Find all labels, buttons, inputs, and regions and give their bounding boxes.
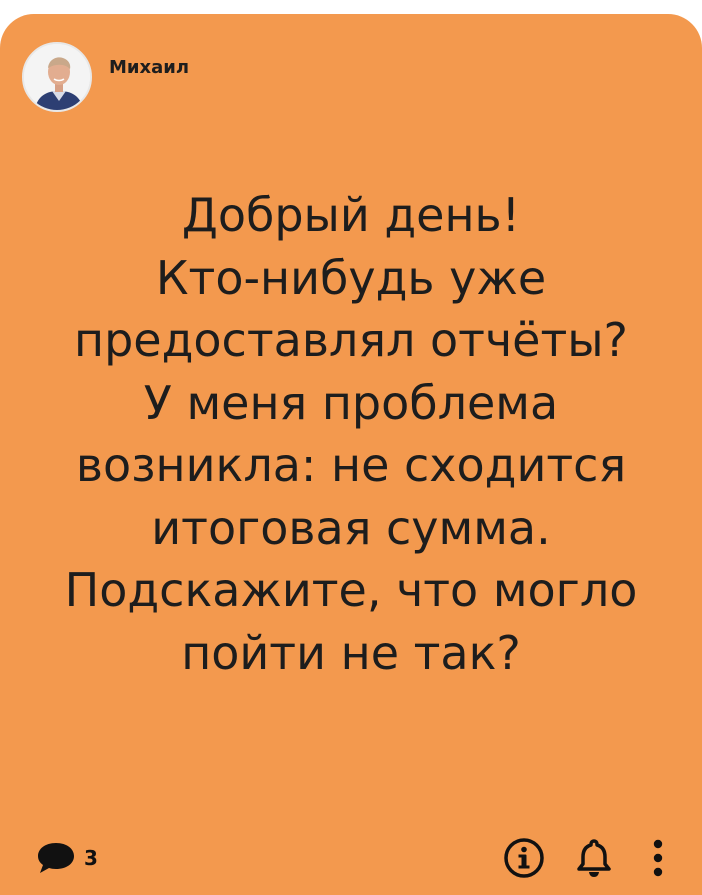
more-vertical-icon[interactable]	[648, 836, 668, 880]
post-actions	[502, 836, 668, 880]
avatar[interactable]	[22, 42, 92, 112]
speech-bubble-icon	[36, 840, 76, 876]
comment-count: 3	[84, 846, 98, 870]
avatar-photo	[24, 44, 90, 110]
info-icon[interactable]	[502, 836, 546, 880]
message-line: Кто-нибудь уже	[155, 250, 547, 305]
comments-button[interactable]: 3	[36, 840, 98, 876]
message-line: У меня проблема	[143, 375, 559, 430]
post-header: Михаил	[22, 42, 189, 112]
message-line: предоставлял отчёты?	[74, 313, 628, 367]
post-message: Добрый день! Кто-нибудь уже предоставлял…	[20, 184, 682, 684]
message-line: возникла: не сходится	[75, 438, 627, 492]
bell-icon[interactable]	[572, 836, 616, 880]
message-line: пойти не так?	[181, 625, 521, 680]
author-name[interactable]: Михаил	[109, 57, 189, 78]
message-line: Подскажите, что могло	[64, 563, 638, 617]
post-card: Михаил Добрый день! Кто-нибудь уже предо…	[0, 14, 702, 895]
message-line: итоговая сумма.	[151, 500, 551, 555]
message-line: Добрый день!	[181, 188, 521, 242]
